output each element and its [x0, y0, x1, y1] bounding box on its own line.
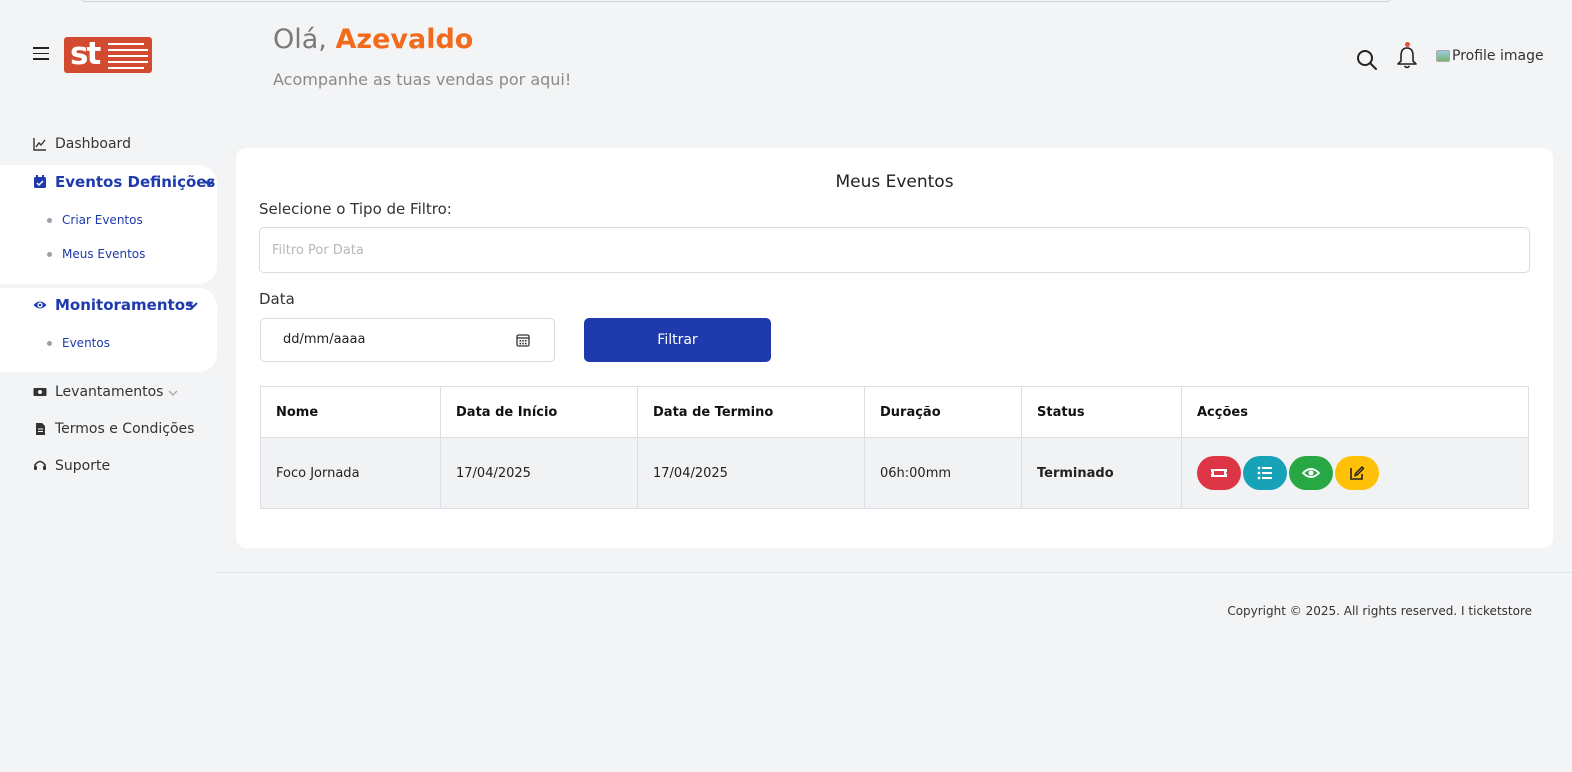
ticket-icon — [1211, 469, 1227, 477]
table-row: Foco Jornada 17/04/2025 17/04/2025 06h:0… — [260, 437, 1529, 509]
column-header: Nome — [260, 386, 441, 438]
events-card: Meus Eventos Selecione o Tipo de Filtro:… — [236, 148, 1553, 548]
view-button[interactable] — [1289, 456, 1333, 490]
tickets-button[interactable] — [1197, 456, 1241, 490]
sidebar-item-label: Criar Eventos — [62, 213, 143, 227]
calendar-check-icon — [34, 175, 46, 188]
column-header: Data de Início — [440, 386, 638, 438]
menu-toggle-icon[interactable] — [33, 47, 49, 61]
date-label: Data — [259, 290, 295, 308]
column-header: Acções — [1181, 386, 1529, 438]
chevron-down-icon[interactable] — [187, 299, 199, 311]
calendar-icon[interactable] — [516, 333, 530, 347]
column-header: Data de Termino — [637, 386, 865, 438]
sidebar-item-meus-eventos[interactable]: Meus Eventos — [47, 247, 145, 261]
eye-icon — [1302, 468, 1320, 478]
footer-divider — [217, 572, 1572, 573]
sidebar-item-label: Eventos Definições — [55, 173, 216, 191]
events-table: Nome Data de Início Data de Termino Dura… — [260, 386, 1529, 509]
sidebar-item-eventos[interactable]: Eventos — [47, 336, 110, 350]
sidebar-item-label: Termos e Condições — [55, 421, 195, 437]
chevron-down-icon[interactable] — [203, 177, 215, 189]
sidebar-item-label: Suporte — [55, 458, 111, 474]
copyright: Copyright © 2025. All rights reserved. I… — [1227, 604, 1532, 618]
greeting-prefix: Olá, — [273, 24, 327, 55]
sidebar-item-label: Eventos — [62, 336, 110, 350]
sidebar-item-label: Monitoramentos — [55, 296, 194, 314]
actions-cell — [1181, 437, 1529, 509]
edit-icon — [1350, 466, 1365, 480]
sidebar-item-label: Dashboard — [55, 136, 131, 152]
broken-image-icon — [1436, 50, 1450, 62]
bell-icon[interactable] — [1396, 44, 1418, 70]
status-badge: Terminado — [1021, 437, 1182, 509]
sidebar-item-eventos-definicoes[interactable]: Eventos Definições — [33, 173, 215, 191]
user-name: Azevaldo — [335, 24, 474, 55]
column-header: Status — [1021, 386, 1182, 438]
sidebar-item-suporte[interactable]: Suporte — [33, 458, 110, 474]
headset-icon — [34, 460, 46, 470]
event-end-date: 17/04/2025 — [637, 437, 865, 509]
document-icon — [36, 423, 45, 435]
filter-button[interactable]: Filtrar — [584, 318, 771, 362]
sidebar-item-label: Levantamentos — [55, 384, 164, 400]
table-header-row: Nome Data de Início Data de Termino Dura… — [260, 386, 1529, 438]
profile-image-alt: Profile image — [1452, 48, 1544, 64]
logo-text: st — [70, 37, 101, 72]
list-icon — [1257, 466, 1272, 480]
search-icon[interactable] — [1356, 49, 1378, 71]
column-header: Duração — [864, 386, 1022, 438]
sidebar-item-label: Meus Eventos — [62, 247, 146, 261]
details-list-button[interactable] — [1243, 456, 1287, 490]
money-icon — [33, 388, 47, 396]
event-start-date: 17/04/2025 — [440, 437, 638, 509]
date-placeholder: dd/mm/aaaa — [283, 332, 366, 347]
event-name: Foco Jornada — [260, 437, 441, 509]
profile-image[interactable]: Profile image — [1436, 48, 1544, 64]
edit-button[interactable] — [1335, 456, 1379, 490]
notification-dot — [1405, 42, 1410, 47]
browser-top-edge — [78, 0, 1394, 2]
chart-line-icon — [33, 138, 46, 151]
sidebar-item-levantamentos[interactable]: Levantamentos — [33, 384, 163, 400]
sidebar-item-dashboard[interactable]: Dashboard — [33, 136, 131, 152]
page-title: Meus Eventos — [835, 172, 954, 192]
chevron-down-icon[interactable] — [167, 387, 179, 399]
greeting: Olá, Azevaldo — [273, 24, 473, 55]
sidebar-item-monitoramentos[interactable]: Monitoramentos — [33, 296, 194, 314]
date-input[interactable]: dd/mm/aaaa — [260, 318, 555, 362]
filter-type-select[interactable] — [259, 227, 1530, 273]
logo[interactable]: st — [64, 37, 152, 73]
filter-type-label: Selecione o Tipo de Filtro: — [259, 200, 452, 218]
sidebar-item-termos[interactable]: Termos e Condições — [33, 421, 194, 437]
eye-icon — [33, 301, 47, 309]
event-duration: 06h:00mm — [864, 437, 1022, 509]
greeting-subtitle: Acompanhe as tuas vendas por aqui! — [273, 70, 572, 89]
sidebar-item-criar-eventos[interactable]: Criar Eventos — [47, 213, 143, 227]
